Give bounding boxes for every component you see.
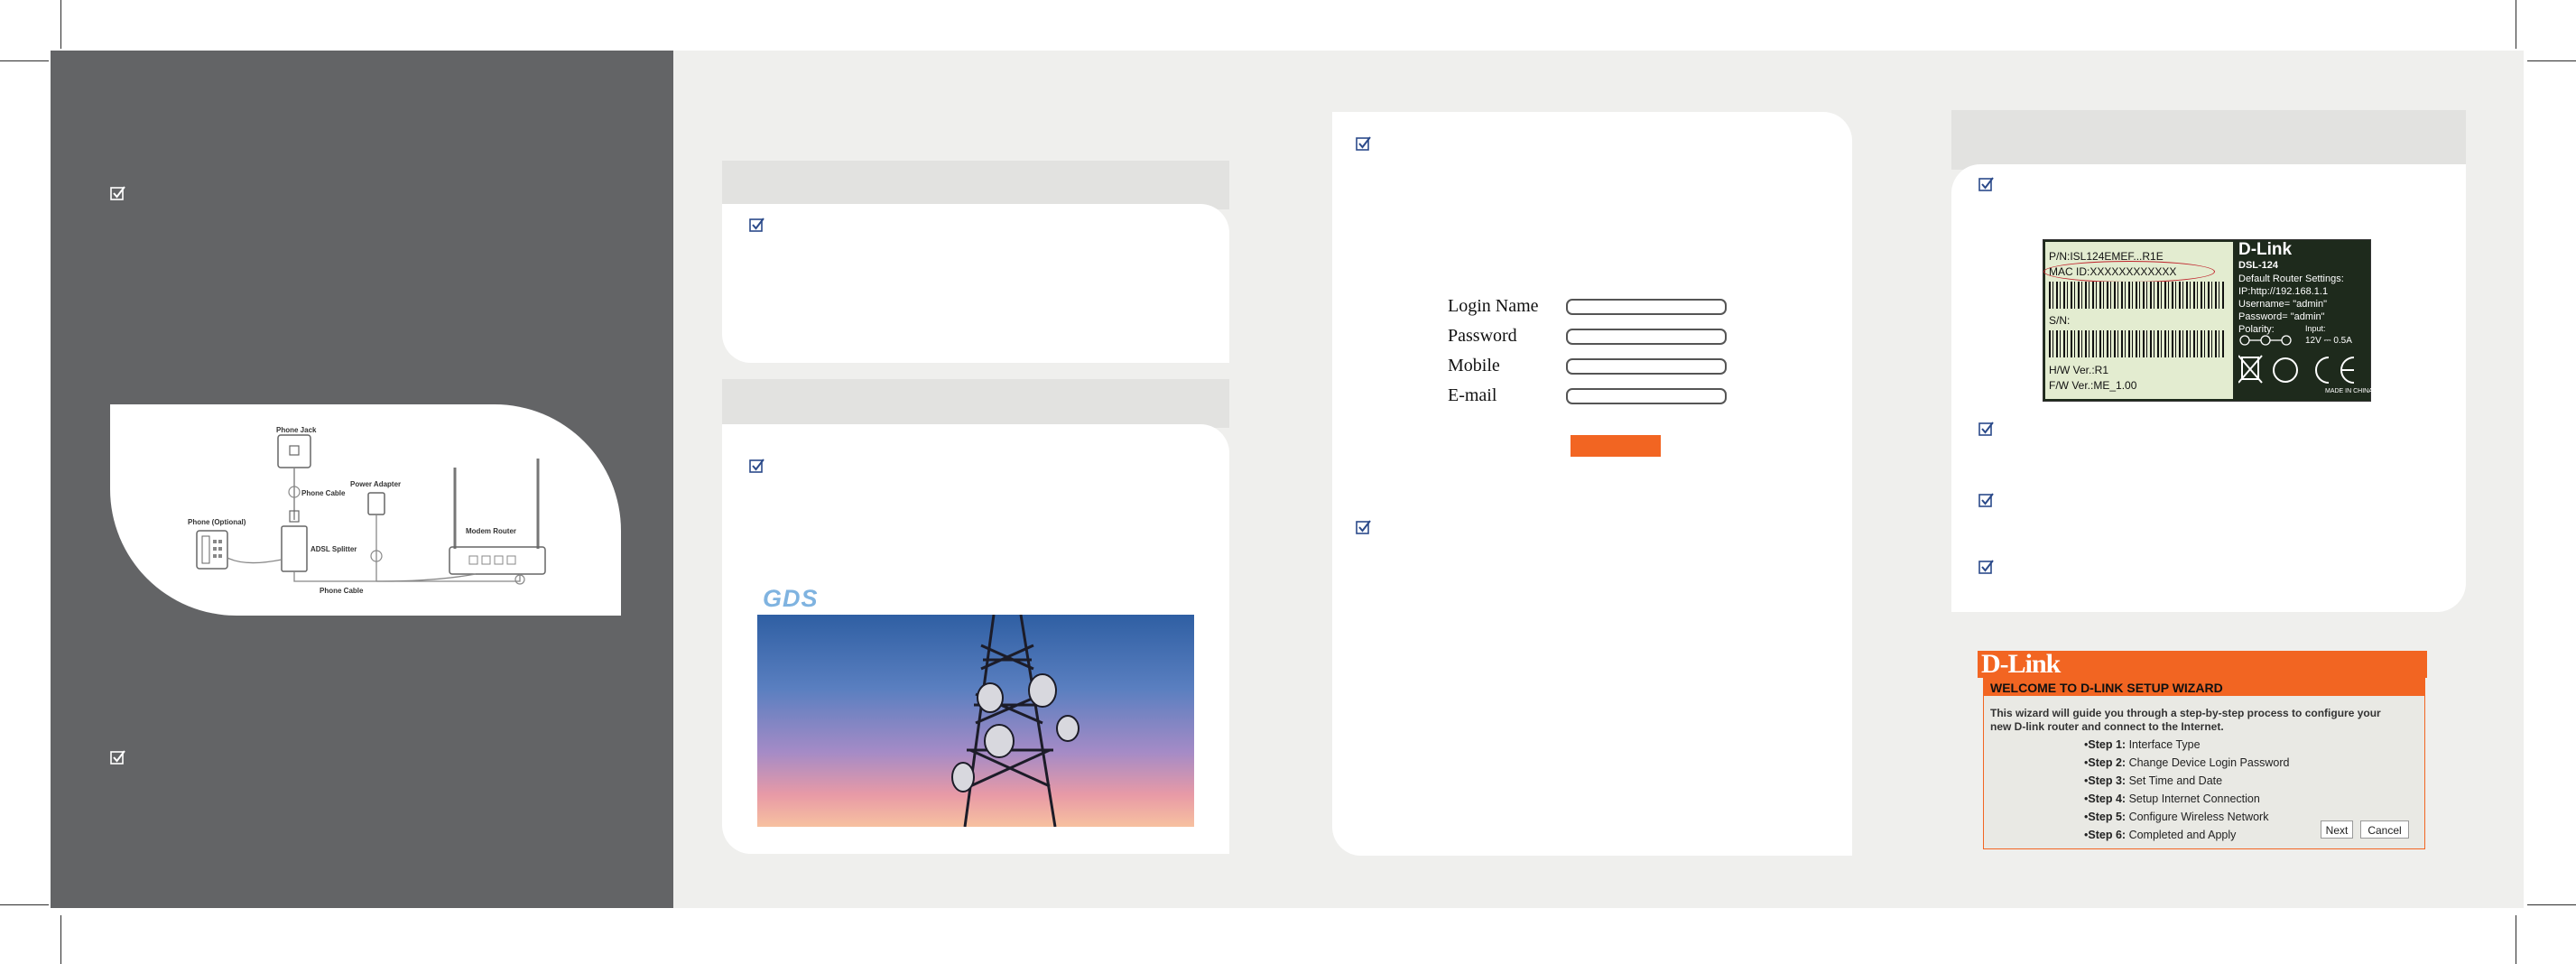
crop-mark (60, 915, 61, 964)
checkbox-icon (110, 185, 126, 201)
router-sn: S/N: (2049, 314, 2071, 327)
wizard-step-text: Setup Internet Connection (2128, 793, 2260, 805)
login-name-input[interactable] (1566, 299, 1727, 315)
router-password: Password= "admin" (2238, 311, 2325, 322)
checkbox-icon (110, 749, 126, 765)
tower-photo (757, 615, 1194, 827)
checkbox-icon (749, 217, 765, 233)
wizard-step-text: Set Time and Date (2128, 774, 2223, 787)
router-hw: H/W Ver.:R1 (2049, 364, 2109, 376)
wizard-title: WELCOME TO D-LINK SETUP WIZARD (1990, 681, 2223, 695)
wizard-step-text: Interface Type (2128, 738, 2201, 751)
wizard-step-label: Step 3: (2088, 774, 2127, 787)
crop-mark (0, 904, 49, 905)
section-card (722, 204, 1229, 363)
wizard-step: •Step 5: Configure Wireless Network (2084, 811, 2269, 823)
wizard-step: •Step 4: Setup Internet Connection (2084, 793, 2260, 805)
password-label: Password (1448, 326, 1517, 346)
email-label: E-mail (1448, 385, 1497, 405)
router-brand: D-Link (2238, 240, 2293, 259)
crop-mark (60, 0, 61, 49)
router-made-in: MADE IN CHINA (2325, 388, 2373, 394)
connection-diagram: Phone Jack Phone Cable Power Adapter Pho… (110, 404, 621, 616)
wizard-step: •Step 2: Change Device Login Password (2084, 756, 2290, 769)
label-modem-router: Modem Router (466, 527, 516, 535)
wizard-brand: D-Link (1981, 649, 2061, 679)
barcode (2049, 330, 2226, 357)
section-band (1951, 110, 2466, 170)
password-input[interactable] (1566, 329, 1727, 345)
router-power: 12V ⎓ 0.5A (2305, 336, 2352, 346)
login-name-label: Login Name (1448, 296, 1539, 316)
login-card (1332, 112, 1852, 856)
wizard-step-text: Change Device Login Password (2128, 756, 2290, 769)
wizard-step: •Step 1: Interface Type (2084, 738, 2201, 751)
compliance-icons (2238, 352, 2365, 388)
wizard-step-label: Step 4: (2088, 793, 2127, 805)
section-band (722, 379, 1229, 428)
label-phone-cable-top: Phone Cable (301, 489, 346, 497)
router-username: Username= "admin" (2238, 299, 2327, 310)
checkbox-icon (749, 458, 765, 474)
label-adsl-splitter: ADSL Splitter (310, 545, 357, 553)
wizard-step-text: Completed and Apply (2128, 829, 2237, 841)
label-phone-jack: Phone Jack (276, 426, 317, 434)
router-ip: IP:http://192.168.1.1 (2238, 286, 2329, 297)
wizard-step-label: Step 6: (2088, 829, 2127, 841)
router-settings-title: Default Router Settings: (2238, 273, 2344, 284)
wizard-step-text: Configure Wireless Network (2128, 811, 2269, 823)
checkbox-icon (1356, 135, 1372, 152)
crop-mark (2527, 60, 2576, 61)
mobile-input[interactable] (1566, 358, 1727, 375)
wizard-step-label: Step 5: (2088, 811, 2127, 823)
wizard-intro-1: This wizard will guide you through a ste… (1990, 707, 2381, 719)
wizard-step-label: Step 2: (2088, 756, 2127, 769)
checkbox-icon (1978, 492, 1995, 508)
gds-logo: GDS (763, 585, 819, 612)
wizard-cancel-button[interactable]: Cancel (2360, 820, 2409, 839)
wizard-step: •Step 6: Completed and Apply (2084, 829, 2237, 841)
label-phone-cable-bottom: Phone Cable (320, 587, 364, 595)
wizard-next-button[interactable]: Next (2321, 820, 2353, 839)
router-input: Input: (2305, 324, 2326, 333)
tower-icon (951, 615, 1080, 827)
wizard-step-label: Step 1: (2088, 738, 2127, 751)
wizard-step: •Step 3: Set Time and Date (2084, 774, 2223, 787)
mobile-label: Mobile (1448, 356, 1500, 375)
email-input[interactable] (1566, 388, 1727, 404)
checkbox-icon (1978, 421, 1995, 437)
section-band (722, 161, 1229, 209)
crop-mark (0, 60, 49, 61)
submit-button[interactable] (1571, 435, 1661, 457)
checkbox-icon (1356, 519, 1372, 535)
polarity-icon (2238, 334, 2293, 347)
label-power-adapter: Power Adapter (350, 480, 402, 488)
router-fw: F/W Ver.:ME_1.00 (2049, 379, 2137, 392)
barcode (2049, 282, 2226, 309)
label-phone-optional: Phone (Optional) (188, 518, 246, 526)
checkbox-icon (1978, 176, 1995, 192)
router-label: P/N:ISL124EMEF...R1E MAC ID:XXXXXXXXXXXX… (2043, 239, 2373, 402)
crop-mark (2527, 904, 2576, 905)
checkbox-icon (1978, 559, 1995, 575)
setup-wizard: D-Link WELCOME TO D-LINK SETUP WIZARD Th… (1978, 649, 2427, 850)
mac-highlight (2043, 261, 2215, 283)
wizard-intro-2: new D-link router and connect to the Int… (1990, 720, 2224, 733)
diagram-drawing (196, 434, 546, 585)
router-model: DSL-124 (2238, 260, 2279, 271)
